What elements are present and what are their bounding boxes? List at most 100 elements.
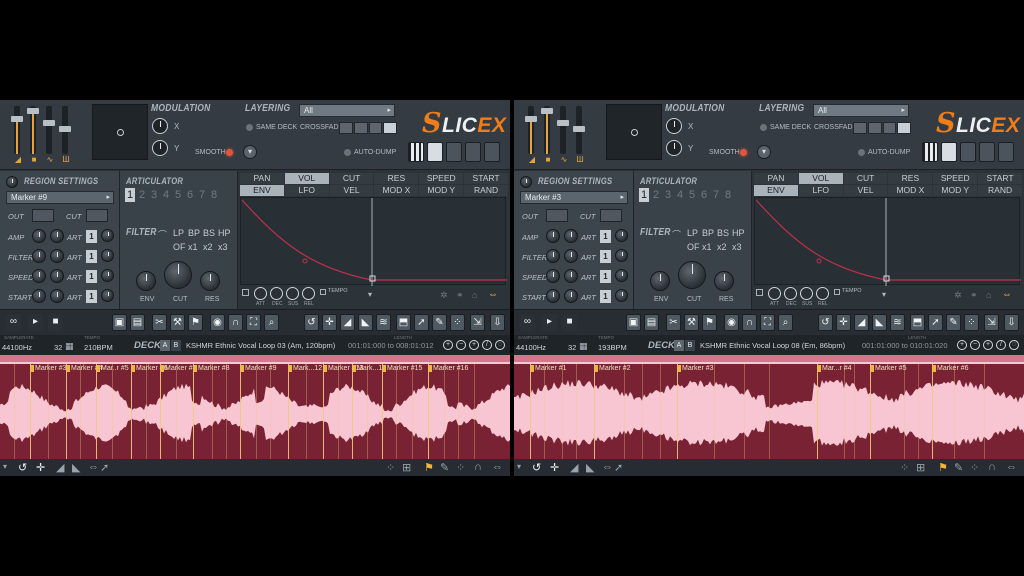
amp-art-value[interactable]: 1 <box>600 230 611 243</box>
fx-icon[interactable]: Ш <box>61 156 71 164</box>
tab-mod-x[interactable]: MOD X <box>888 185 933 196</box>
articulator-tab-1[interactable]: 1 <box>639 188 649 202</box>
tempo-checkbox[interactable] <box>834 289 840 295</box>
plus-icon[interactable]: + <box>983 340 993 350</box>
filter-x3-button[interactable]: x3 <box>732 242 742 252</box>
start-art-value[interactable]: 1 <box>86 290 97 303</box>
add-icon[interactable]: + <box>957 340 967 350</box>
tab-lfo[interactable]: LFO <box>284 185 329 196</box>
slice-line[interactable] <box>642 364 643 459</box>
dec-knob[interactable] <box>784 287 797 300</box>
magnet-small-icon[interactable]: ∩ <box>474 461 482 473</box>
filter-hp-button[interactable]: HP <box>732 228 745 238</box>
marker-line[interactable] <box>131 364 132 459</box>
marker-line[interactable] <box>96 364 97 459</box>
start-knob-2[interactable] <box>50 289 64 303</box>
articulator-tab-5[interactable]: 5 <box>173 188 183 202</box>
filter-x2-button[interactable]: x2 <box>717 242 727 252</box>
play-icon[interactable]: ▸ <box>542 314 557 331</box>
layer-mode-5[interactable] <box>998 142 1014 162</box>
edit-icon[interactable]: / <box>996 340 1006 350</box>
filter-res-knob[interactable] <box>200 271 220 291</box>
envelope-curve[interactable] <box>241 198 507 286</box>
mod-y-knob[interactable] <box>152 140 168 156</box>
xy-pad-handle[interactable] <box>117 129 124 136</box>
speed-art-knob[interactable] <box>101 269 114 282</box>
volume-fader[interactable] <box>525 106 537 154</box>
crosshair-icon[interactable]: ✛ <box>36 461 45 474</box>
marker-line[interactable] <box>323 364 324 459</box>
smooth-led[interactable] <box>226 149 233 156</box>
sus-knob[interactable] <box>286 287 299 300</box>
envelope-enable-checkbox[interactable] <box>242 289 249 296</box>
swap-icon[interactable]: ⇔ <box>1002 289 1012 300</box>
amp-art-knob[interactable] <box>615 229 628 242</box>
filter-knob[interactable] <box>546 249 560 263</box>
loop-icon[interactable]: ∞ <box>520 314 535 331</box>
articulator-tab-4[interactable]: 4 <box>161 188 171 202</box>
tab-pan[interactable]: PAN <box>754 173 798 184</box>
filter-cut-knob[interactable] <box>678 261 706 289</box>
marker-label[interactable]: Marker #16 <box>433 365 468 372</box>
slice-line[interactable] <box>954 364 955 459</box>
grid-small-icon[interactable]: ⊞ <box>916 461 925 474</box>
articulator-tab-8[interactable]: 8 <box>209 188 219 202</box>
pitch-fader[interactable] <box>43 106 55 154</box>
marker-flag[interactable] <box>324 365 327 372</box>
range-fader[interactable] <box>59 106 71 154</box>
fx-icon[interactable]: Ш <box>575 156 585 164</box>
articulator-tab-6[interactable]: 6 <box>185 188 195 202</box>
pan-fader[interactable] <box>27 106 39 154</box>
marker-flag[interactable] <box>353 365 356 372</box>
marker-line[interactable] <box>677 364 678 459</box>
marker-tool-icon[interactable]: ⚑ <box>702 314 717 331</box>
filter-bs-button[interactable]: BS <box>717 228 729 238</box>
magnet-icon[interactable]: ∩ <box>742 314 757 331</box>
pointer-icon[interactable]: ➚ <box>928 314 943 331</box>
amp-art-knob[interactable] <box>101 229 114 242</box>
waveform-overview[interactable] <box>0 355 510 365</box>
marker-flag[interactable] <box>67 365 70 372</box>
start-art-knob[interactable] <box>101 289 114 302</box>
tab-res[interactable]: RES <box>374 173 419 184</box>
filter-cut-knob[interactable] <box>164 261 192 289</box>
slice-line[interactable] <box>576 364 577 459</box>
xy-pad[interactable] <box>606 104 662 160</box>
ramp-down-small-icon[interactable]: ◣ <box>586 461 594 474</box>
eye-icon[interactable]: ◉ <box>724 314 739 331</box>
marker-flag[interactable] <box>818 365 821 372</box>
amp-knob-2[interactable] <box>564 229 578 243</box>
tab-rand[interactable]: RAND <box>978 185 1022 196</box>
marker-line[interactable] <box>30 364 31 459</box>
swap-small-icon[interactable]: ⇔ <box>492 461 503 473</box>
marker-small-icon[interactable]: ⚑ <box>938 461 948 474</box>
tab-cut[interactable]: CUT <box>843 173 888 184</box>
fit-icon[interactable]: ⛶ <box>246 314 261 331</box>
export-icon[interactable]: ⇲ <box>984 314 999 331</box>
key-icon[interactable]: ◢ <box>13 156 23 164</box>
slice-line[interactable] <box>367 364 368 459</box>
stretch-icon[interactable]: ⇔ <box>88 461 99 473</box>
tab-env[interactable]: ENV <box>240 185 284 196</box>
slice-line[interactable] <box>918 364 919 459</box>
speed-art-value[interactable]: 1 <box>86 270 97 283</box>
save-icon[interactable]: ▣ <box>112 314 127 331</box>
marker-tool-icon[interactable]: ⚑ <box>188 314 203 331</box>
start-knob-2[interactable] <box>564 289 578 303</box>
marker-label[interactable]: Marker #7 <box>165 365 197 372</box>
slice-line[interactable] <box>844 364 845 459</box>
articulator-tab-7[interactable]: 7 <box>711 188 721 202</box>
filter-x1-button[interactable]: x1 <box>702 242 712 252</box>
tab-speed[interactable]: SPEED <box>419 173 464 184</box>
start-knob[interactable] <box>32 289 46 303</box>
filter-env-knob[interactable] <box>136 271 156 291</box>
marker-flag[interactable] <box>429 365 432 372</box>
marker-dropdown[interactable]: Marker #3 <box>520 191 628 204</box>
dump-icon[interactable]: ⇩ <box>490 314 505 331</box>
ramp-down-icon[interactable]: ◣ <box>358 314 373 331</box>
ramp-down-small-icon[interactable]: ◣ <box>72 461 80 474</box>
range-fader[interactable] <box>573 106 585 154</box>
crossfade-selector[interactable] <box>339 122 397 134</box>
slice-line[interactable] <box>412 364 413 459</box>
stretch-icon[interactable]: ⇔ <box>602 461 613 473</box>
